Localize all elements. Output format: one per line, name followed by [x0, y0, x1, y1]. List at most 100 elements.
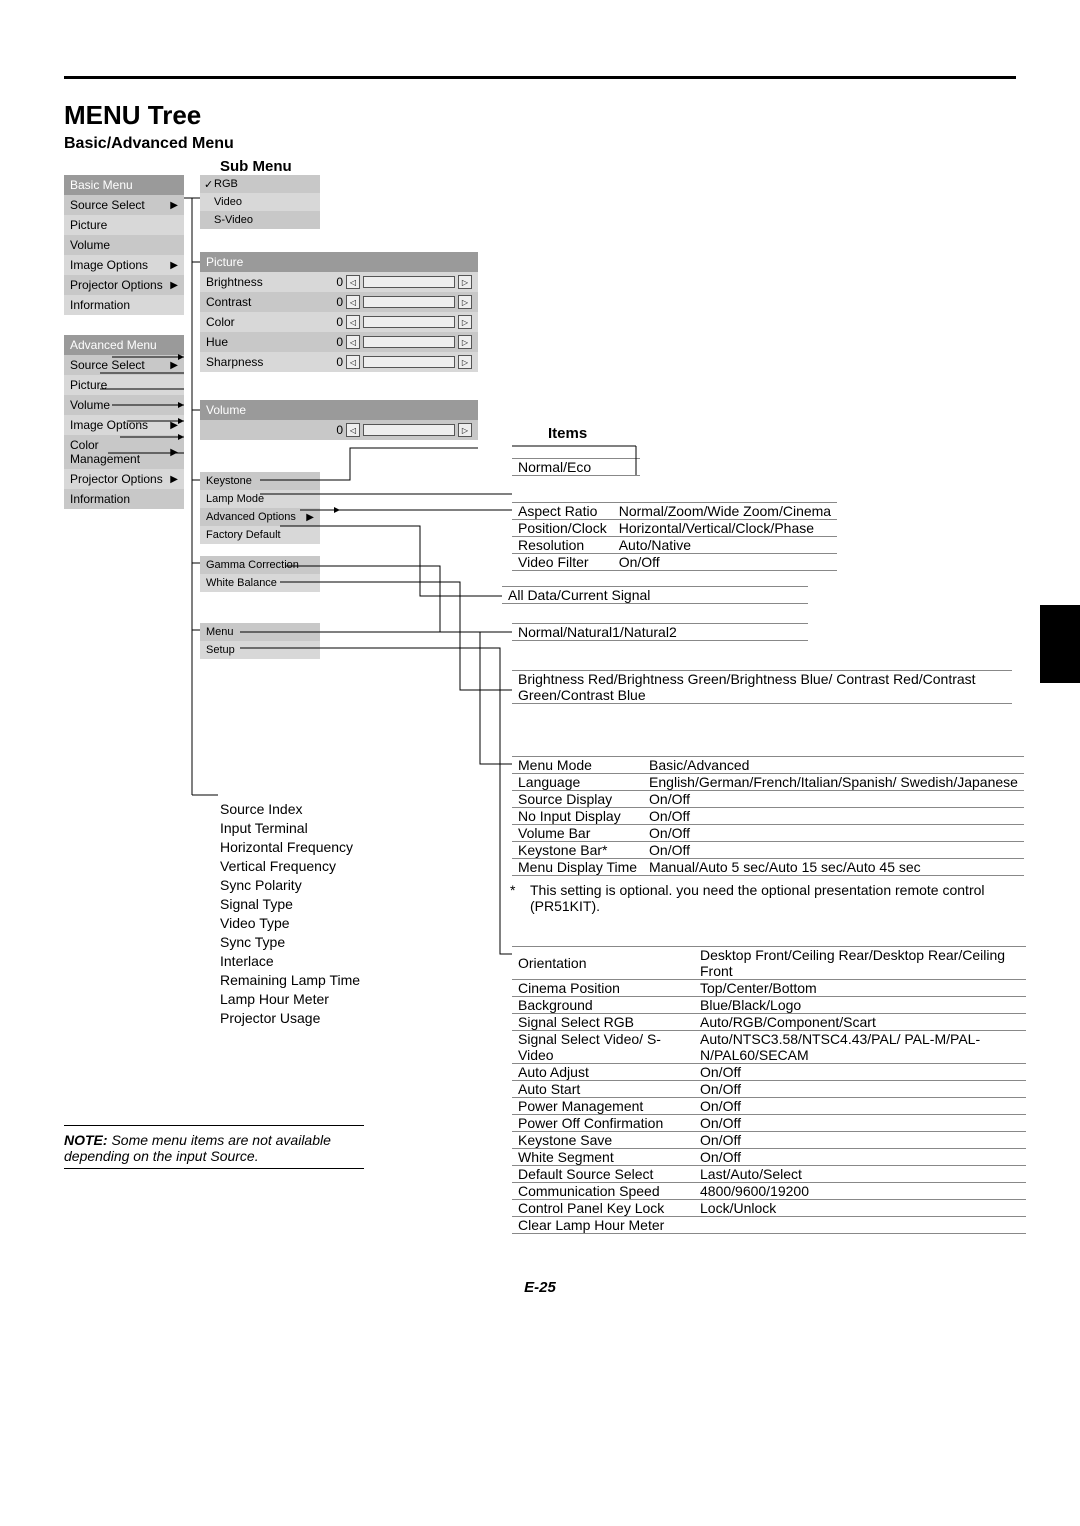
table-row: Volume BarOn/Off	[512, 825, 1024, 842]
chevron-right-icon: ▶	[170, 360, 178, 371]
list-item: Video Type	[220, 914, 360, 933]
table-row: Signal Select RGBAuto/RGB/Component/Scar…	[512, 1014, 1026, 1031]
menu-item[interactable]: Picture	[64, 375, 184, 395]
menu-item[interactable]: Gamma Correction	[200, 556, 320, 574]
menu-item[interactable]: Lamp Mode	[200, 490, 320, 508]
white-balance-box: Brightness Red/Brightness Green/Brightne…	[512, 670, 1012, 704]
table-row: Keystone SaveOn/Off	[512, 1132, 1026, 1149]
slider-track[interactable]	[363, 296, 455, 308]
menu-item[interactable]: Video	[200, 193, 320, 211]
volume-slider-row[interactable]: 0 ◁ ▷	[200, 420, 478, 440]
menu-item[interactable]: Volume	[64, 395, 184, 415]
page-number: E-25	[0, 1279, 1080, 1296]
left-arrow-icon[interactable]: ◁	[346, 355, 360, 369]
note-text: NOTE: Some menu items are not available …	[64, 1125, 364, 1164]
page-title: MENU Tree	[64, 100, 201, 131]
slider-value: 0	[329, 355, 343, 369]
menu-item[interactable]: White Balance	[200, 574, 320, 592]
slider-track[interactable]	[363, 356, 455, 368]
chevron-right-icon: ▶	[306, 512, 314, 523]
advanced-options-submenu: Gamma CorrectionWhite Balance	[200, 556, 320, 592]
picture-header: Picture	[200, 252, 478, 272]
list-item: Sync Type	[220, 933, 360, 952]
slider-row[interactable]: Hue 0 ◁ ▷	[200, 332, 478, 352]
advanced-menu-header: Advanced Menu	[64, 335, 184, 355]
table-row: Clear Lamp Hour Meter	[512, 1217, 1026, 1234]
menu-item[interactable]: S-Video	[200, 211, 320, 229]
menu-item[interactable]: Source Select ▶	[64, 195, 184, 215]
left-arrow-icon[interactable]: ◁	[346, 335, 360, 349]
right-arrow-icon[interactable]: ▷	[458, 295, 472, 309]
table-row: Menu Display TimeManual/Auto 5 sec/Auto …	[512, 859, 1024, 876]
table-row: Auto AdjustOn/Off	[512, 1064, 1026, 1081]
advanced-menu-panel: Advanced Menu Source Select ▶ Picture Vo…	[64, 335, 184, 509]
chevron-right-icon: ▶	[170, 260, 178, 271]
table-row: No Input DisplayOn/Off	[512, 808, 1024, 825]
table-row: Auto StartOn/Off	[512, 1081, 1026, 1098]
menu-item[interactable]: Projector Options ▶	[64, 469, 184, 489]
left-arrow-icon[interactable]: ◁	[346, 315, 360, 329]
slider-track[interactable]	[363, 316, 455, 328]
submenu-heading: Sub Menu	[220, 158, 292, 175]
list-item: Horizontal Frequency	[220, 838, 360, 857]
gamma-box: Normal/Natural1/Natural2	[512, 623, 808, 641]
items-heading: Items	[548, 425, 587, 442]
slider-value: 0	[329, 295, 343, 309]
menu-item[interactable]: Volume	[64, 235, 184, 255]
right-arrow-icon[interactable]: ▷	[458, 315, 472, 329]
table-row: Communication Speed4800/9600/19200	[512, 1183, 1026, 1200]
page-tab	[1040, 605, 1080, 683]
right-arrow-icon[interactable]: ▷	[458, 275, 472, 289]
table-row: White SegmentOn/Off	[512, 1149, 1026, 1166]
right-arrow-icon[interactable]: ▷	[458, 335, 472, 349]
slider-row[interactable]: Color 0 ◁ ▷	[200, 312, 478, 332]
factory-default-box: All Data/Current Signal	[502, 586, 808, 604]
basic-menu-panel: Basic Menu Source Select ▶ Picture Volum…	[64, 175, 184, 315]
slider-value: 0	[329, 315, 343, 329]
menu-item[interactable]: Image Options ▶	[64, 415, 184, 435]
table-row: BackgroundBlue/Black/Logo	[512, 997, 1026, 1014]
slider-row[interactable]: Contrast 0 ◁ ▷	[200, 292, 478, 312]
table-row: Aspect RatioNormal/Zoom/Wide Zoom/Cinema	[512, 503, 837, 520]
menu-item[interactable]: Menu	[200, 623, 320, 641]
right-arrow-icon[interactable]: ▷	[458, 423, 472, 437]
slider-track[interactable]	[363, 424, 455, 436]
slider-track[interactable]	[363, 336, 455, 348]
menu-item[interactable]: Keystone	[200, 472, 320, 490]
check-icon: ✓	[204, 178, 213, 191]
left-arrow-icon[interactable]: ◁	[346, 423, 360, 437]
menu-item[interactable]: Projector Options ▶	[64, 275, 184, 295]
chevron-right-icon: ▶	[170, 420, 178, 431]
menu-item[interactable]: Source Select ▶	[64, 355, 184, 375]
menu-item[interactable]: Picture	[64, 215, 184, 235]
basic-menu-header: Basic Menu	[64, 175, 184, 195]
chevron-right-icon: ▶	[170, 474, 178, 485]
left-arrow-icon[interactable]: ◁	[346, 275, 360, 289]
table-row: ResolutionAuto/Native	[512, 537, 837, 554]
slider-row[interactable]: Brightness 0 ◁ ▷	[200, 272, 478, 292]
left-arrow-icon[interactable]: ◁	[346, 295, 360, 309]
slider-row[interactable]: Sharpness 0 ◁ ▷	[200, 352, 478, 372]
menu-item[interactable]: Information	[64, 295, 184, 315]
table-row: Power ManagementOn/Off	[512, 1098, 1026, 1115]
slider-value: 0	[329, 423, 343, 437]
menu-item[interactable]: Color Management ▶	[64, 435, 184, 469]
menu-item[interactable]: ✓ RGB	[200, 175, 320, 193]
slider-track[interactable]	[363, 276, 455, 288]
table-row: OrientationDesktop Front/Ceiling Rear/De…	[512, 947, 1026, 980]
table-row: Menu ModeBasic/Advanced	[512, 757, 1024, 774]
note-rule	[64, 1168, 364, 1169]
setup-table: OrientationDesktop Front/Ceiling Rear/De…	[512, 946, 1026, 1234]
slider-value: 0	[329, 275, 343, 289]
table-row: Signal Select Video/ S-VideoAuto/NTSC3.5…	[512, 1031, 1026, 1064]
menu-item[interactable]: Advanced Options ▶	[200, 508, 320, 526]
menu-item[interactable]: Factory Default	[200, 526, 320, 544]
list-item: Source Index	[220, 800, 360, 819]
list-item: Vertical Frequency	[220, 857, 360, 876]
menu-item[interactable]: Setup	[200, 641, 320, 659]
menu-item[interactable]: Image Options ▶	[64, 255, 184, 275]
right-arrow-icon[interactable]: ▷	[458, 355, 472, 369]
menu-item[interactable]: Information	[64, 489, 184, 509]
note-label: NOTE:	[64, 1132, 108, 1148]
list-item: Input Terminal	[220, 819, 360, 838]
